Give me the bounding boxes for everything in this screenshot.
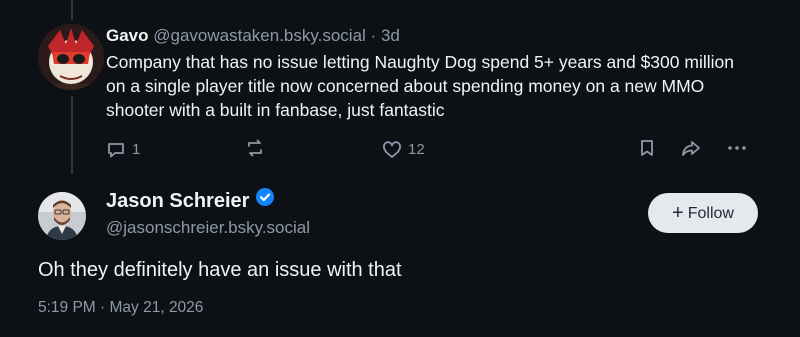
- thread-line: [71, 96, 73, 174]
- reply-timestamp[interactable]: 3d: [381, 26, 400, 45]
- reply-header: Gavo @gavowastaken.bsky.social · 3d: [106, 24, 786, 48]
- more-options-button[interactable]: [726, 138, 748, 158]
- reply-author-name[interactable]: Gavo: [106, 26, 149, 45]
- author-name[interactable]: Jason Schreier: [106, 187, 249, 215]
- reply-action-bar: 1 12: [106, 138, 756, 162]
- post-timestamp[interactable]: 5:19 PM · May 21, 2026: [38, 297, 203, 319]
- reply-button[interactable]: 1: [106, 138, 140, 162]
- reply-post[interactable]: Gavo @gavowastaken.bsky.social · 3d Comp…: [106, 24, 786, 122]
- reply-icon: [106, 140, 126, 160]
- like-icon: [382, 140, 402, 160]
- like-button[interactable]: 12: [382, 138, 425, 162]
- thread-line-top: [71, 0, 73, 20]
- author-name-row: Jason Schreier: [106, 187, 275, 215]
- follow-label: Follow: [687, 205, 734, 222]
- share-icon: [680, 138, 702, 158]
- reply-count: 1: [132, 141, 141, 158]
- reply-separator: ·: [370, 26, 377, 45]
- plus-icon: +: [672, 202, 684, 224]
- repost-icon: [244, 138, 266, 158]
- reply-text: Company that has no issue letting Naught…: [106, 52, 734, 120]
- reply-author-handle[interactable]: @gavowastaken.bsky.social: [153, 26, 366, 45]
- thread-view: Gavo @gavowastaken.bsky.social · 3d Comp…: [0, 0, 800, 337]
- reply-author-avatar[interactable]: [38, 24, 104, 90]
- post-text: Oh they definitely have an issue with th…: [38, 259, 402, 281]
- verified-badge-icon[interactable]: [255, 187, 275, 215]
- author-handle[interactable]: @jasonschreier.bsky.social: [106, 216, 310, 240]
- author-avatar[interactable]: [38, 192, 86, 240]
- bookmark-icon: [638, 138, 656, 158]
- more-icon: [726, 138, 748, 158]
- repost-button[interactable]: [244, 138, 266, 158]
- like-count: 12: [408, 141, 425, 158]
- bookmark-button[interactable]: [638, 138, 656, 158]
- share-button[interactable]: [680, 138, 702, 158]
- follow-button[interactable]: + Follow: [648, 193, 758, 233]
